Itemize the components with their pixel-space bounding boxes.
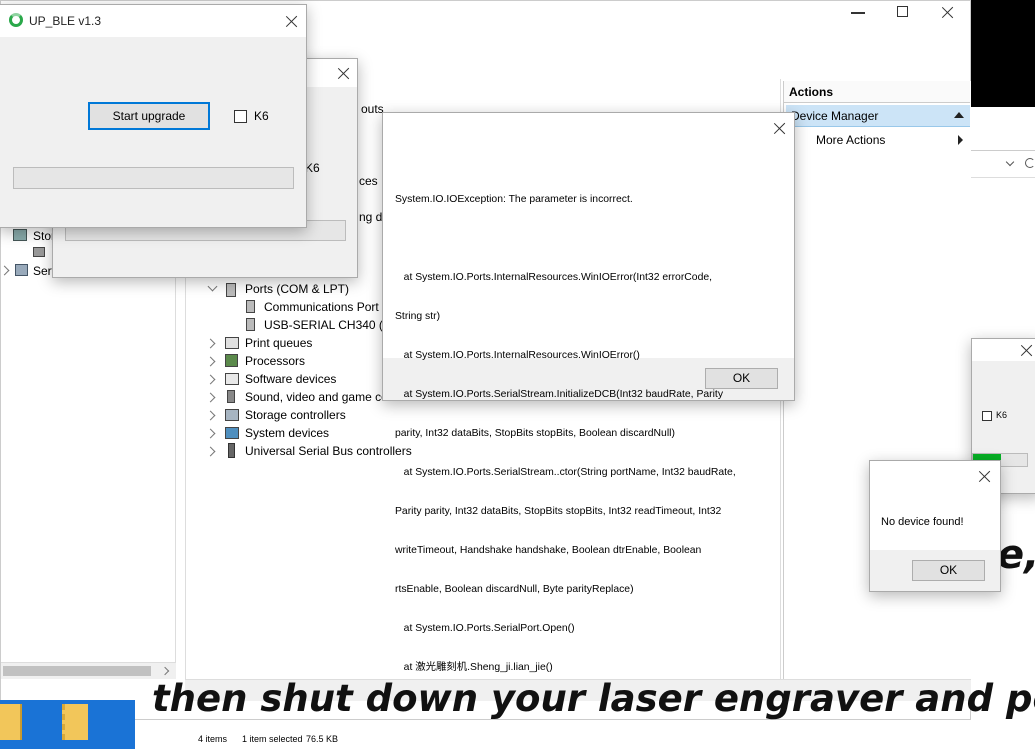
status-selected: 1 item selected	[242, 734, 303, 744]
exception-line: at System.IO.Ports.SerialStream.Initiali…	[395, 389, 724, 400]
collapse-up-icon[interactable]	[954, 112, 964, 118]
ok-button[interactable]: OK	[912, 560, 985, 581]
exception-line: at System.IO.Ports.InternalResources.Win…	[395, 272, 713, 283]
folder-icon[interactable]	[0, 704, 22, 740]
window-close-button[interactable]	[941, 5, 955, 19]
tree-partial-devices: ces	[359, 174, 378, 188]
status-items: 4 items	[198, 734, 228, 744]
exception-line: at System.IO.Ports.InternalResources.Win…	[395, 350, 640, 361]
tree-item-processors[interactable]: Processors	[245, 352, 305, 370]
close-icon[interactable]	[773, 121, 787, 135]
scroll-right-icon[interactable]	[160, 666, 170, 676]
no-device-dialog: No device found! OK	[869, 460, 1001, 592]
exception-line: rtsEnable, Boolean discardNull, Byte par…	[395, 584, 634, 595]
usb-serial-icon	[246, 318, 255, 331]
sound-icon	[227, 390, 235, 403]
tree-partial-imaging: ng d	[359, 210, 383, 224]
exception-line: at System.IO.Ports.SerialPort.Open()	[395, 623, 575, 634]
close-icon[interactable]	[337, 66, 351, 80]
tree-item-system-devices[interactable]: System devices	[245, 424, 329, 442]
storage-icon	[13, 229, 27, 241]
browser-strip	[971, 150, 1035, 178]
k6-checkbox[interactable]	[234, 110, 247, 123]
app-logo-icon	[9, 13, 23, 27]
ok-button[interactable]: OK	[705, 368, 778, 389]
tree-item-storage-controllers[interactable]: Storage controllers	[245, 406, 346, 424]
tree-item-communications-port[interactable]: Communications Port	[264, 298, 379, 316]
exception-line: at 激光雕刻机.Sheng_ji.lian_jie()	[395, 662, 553, 673]
tree-item-print-queues[interactable]: Print queues	[245, 334, 312, 352]
black-background-region	[971, 0, 1035, 107]
no-device-message: No device found!	[881, 516, 964, 528]
dropdown-chevron-icon[interactable]	[1005, 157, 1015, 167]
exception-line: writeTimeout, Handshake handshake, Boole…	[395, 545, 702, 556]
zip-folder-icon[interactable]	[62, 704, 88, 740]
k6-label: K6	[996, 410, 1008, 420]
exception-dialog: System.IO.IOException: The parameter is …	[382, 112, 795, 673]
exception-line: String str)	[395, 311, 441, 322]
exception-line: parity, Int32 dataBits, StopBits stopBit…	[395, 428, 675, 439]
printer-icon	[225, 337, 239, 349]
tree-item-sound-video[interactable]: Sound, video and game co	[245, 388, 388, 406]
status-bar: 4 items 1 item selected 76.5 KB	[187, 730, 970, 749]
tree-item-software-devices[interactable]: Software devices	[245, 370, 336, 388]
software-device-icon	[225, 373, 239, 385]
com-port-icon	[246, 300, 255, 313]
start-upgrade-button[interactable]: Start upgrade	[88, 102, 210, 130]
ports-icon	[226, 283, 236, 297]
left-horizontal-scrollbar[interactable]	[1, 662, 176, 679]
processor-icon	[225, 354, 238, 367]
tree-item-usb-serial[interactable]: USB-SERIAL CH340 (CO	[264, 316, 401, 334]
dialog-title: UP_BLE v1.3	[29, 14, 102, 28]
close-icon[interactable]	[285, 14, 299, 28]
more-actions-label: More Actions	[816, 133, 886, 147]
tree-partial-inputs: outs	[361, 102, 384, 116]
usb-icon	[228, 443, 235, 458]
k6-label: K6	[305, 161, 320, 175]
title-bar: UP_BLE v1.3	[0, 5, 306, 37]
k6-label: K6	[254, 109, 269, 123]
exception-line: System.IO.IOException: The parameter is …	[395, 194, 633, 205]
submenu-arrow-icon	[958, 135, 963, 145]
actions-section-device-manager[interactable]: Device Manager	[786, 105, 970, 127]
desktop-strip	[0, 700, 135, 749]
close-icon[interactable]	[1020, 343, 1031, 354]
exception-line: at System.IO.Ports.SerialStream..ctor(St…	[395, 467, 736, 478]
exception-line	[395, 232, 787, 245]
actions-section-label: Device Manager	[791, 109, 879, 123]
actions-header: Actions	[784, 81, 970, 103]
up-ble-dialog: UP_BLE v1.3 Start upgrade K6	[0, 4, 307, 228]
tree-item-usb-controllers[interactable]: Universal Serial Bus controllers	[245, 442, 412, 460]
minimize-button[interactable]	[851, 12, 865, 14]
progress-bar	[13, 167, 294, 189]
exception-line: Parity parity, Int32 dataBits, StopBits …	[395, 506, 722, 517]
device-small-icon	[33, 247, 45, 257]
background-large-comma: e,	[997, 532, 1035, 578]
status-size: 76.5 KB	[306, 734, 339, 744]
tree-item-ports[interactable]: Ports (COM & LPT)	[245, 280, 349, 298]
chevron-right-icon[interactable]	[0, 265, 10, 276]
close-icon[interactable]	[978, 469, 990, 481]
maximize-button[interactable]	[897, 6, 908, 17]
actions-header-label: Actions	[789, 85, 834, 99]
system-device-icon	[225, 427, 239, 439]
storage-controller-icon	[225, 409, 239, 421]
actions-more-actions[interactable]: More Actions	[786, 129, 970, 151]
refresh-icon[interactable]	[1025, 158, 1035, 168]
scrollbar-thumb[interactable]	[3, 666, 151, 676]
exception-message: System.IO.IOException: The parameter is …	[395, 167, 787, 700]
services-icon	[15, 264, 28, 276]
k6-checkbox[interactable]	[982, 411, 992, 421]
